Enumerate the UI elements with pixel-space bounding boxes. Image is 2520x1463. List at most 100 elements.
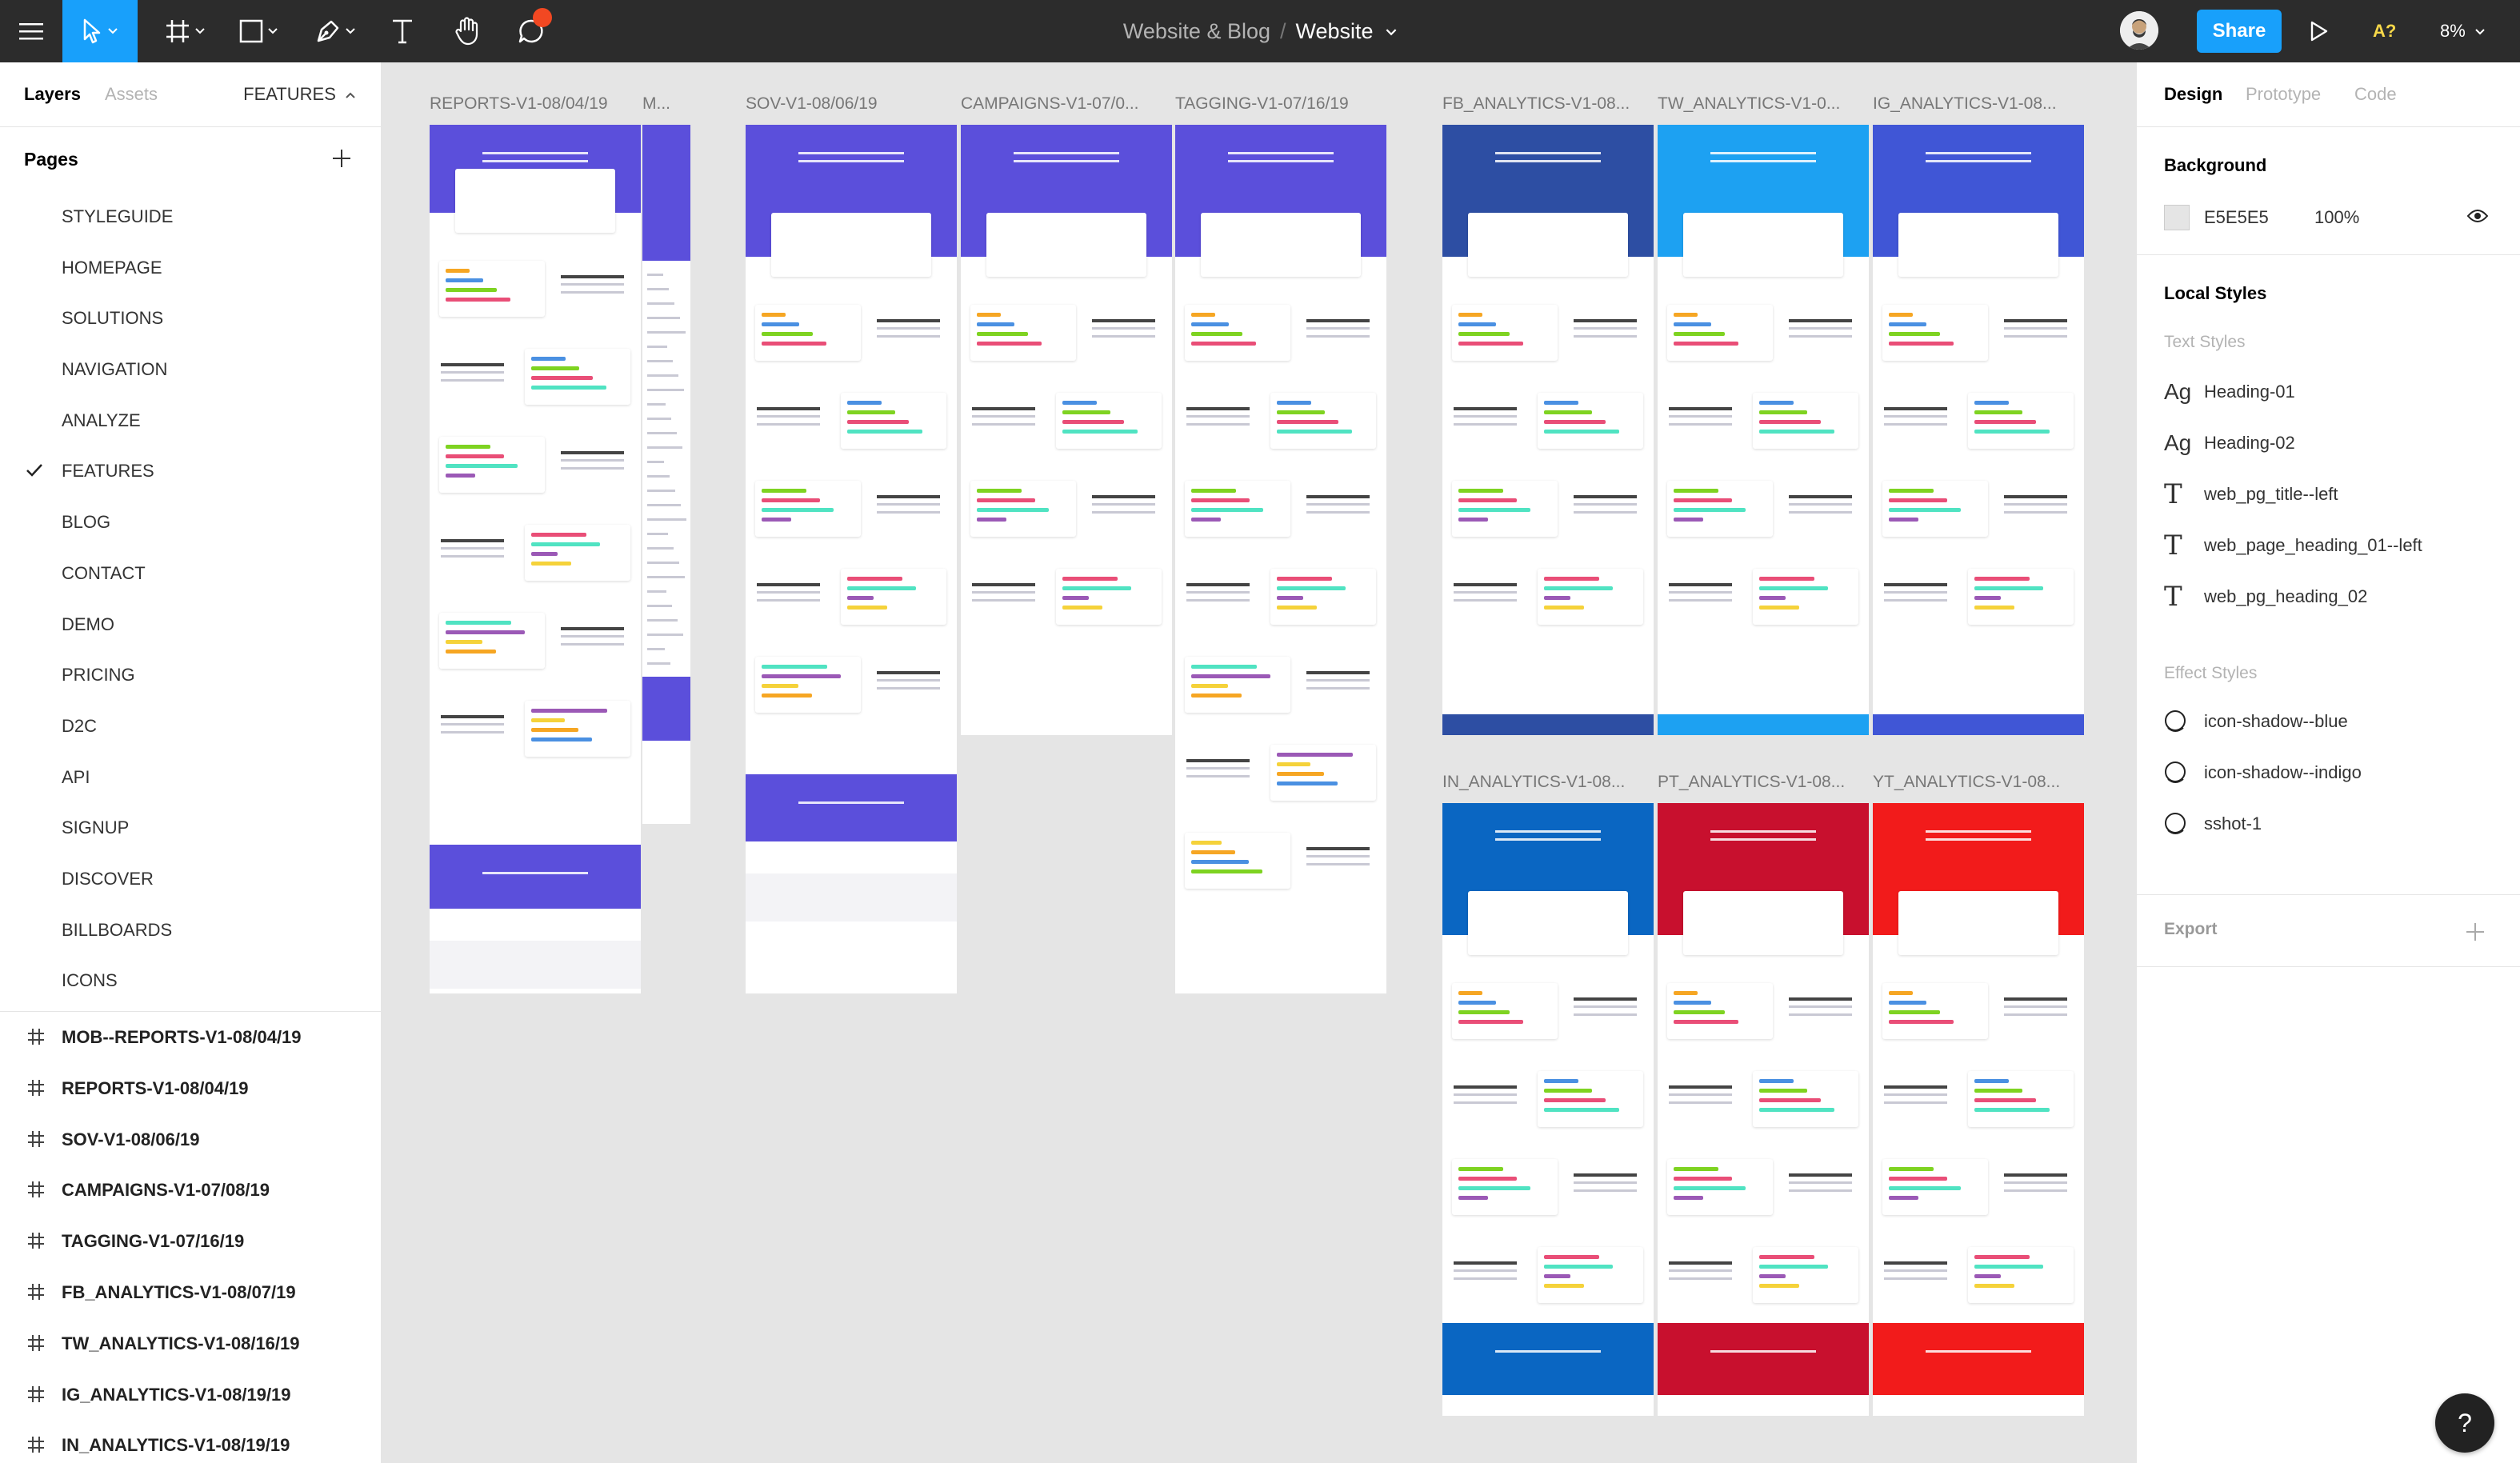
pen-tool-button[interactable] <box>307 0 363 62</box>
frame-label[interactable]: CAMPAIGNS-V1-07/0... <box>961 94 1139 114</box>
page-name[interactable]: Website <box>1296 19 1374 43</box>
frame-artboard[interactable] <box>430 125 641 993</box>
page-item-solutions[interactable]: SOLUTIONS <box>0 293 381 344</box>
frame-artboard[interactable] <box>1658 803 1869 1416</box>
frame-artboard[interactable] <box>1873 125 2084 735</box>
background-opacity-input[interactable]: 100% <box>2314 205 2359 230</box>
frame-artboard[interactable] <box>1658 125 1869 735</box>
frame-artboard[interactable] <box>1175 125 1386 993</box>
frame-artboard[interactable] <box>642 125 690 824</box>
chart-bar-thumbnail <box>762 498 820 502</box>
share-button[interactable]: Share <box>2197 10 2282 53</box>
mobile-text-line <box>647 461 664 463</box>
effect-style-item[interactable]: icon-shadow--blue <box>2164 706 2500 737</box>
add-export-icon[interactable] <box>2465 921 2486 942</box>
page-item-signup[interactable]: SIGNUP <box>0 802 381 853</box>
frame-label[interactable]: TAGGING-V1-07/16/19 <box>1175 94 1349 114</box>
feature-text-line <box>1884 415 1948 418</box>
frame-tool-button[interactable] <box>157 0 213 62</box>
page-item-blog[interactable]: BLOG <box>0 497 381 548</box>
chart-bar-thumbnail <box>1543 1098 1606 1102</box>
layer-item-frame[interactable]: FB_ANALYTICS-V1-08/07/19 <box>0 1267 381 1318</box>
frame-label[interactable]: IN_ANALYTICS-V1-08... <box>1442 773 1625 792</box>
tab-assets[interactable]: Assets <box>105 62 158 126</box>
layer-item-frame[interactable]: REPORTS-V1-08/04/19 <box>0 1063 381 1114</box>
add-page-icon[interactable] <box>331 148 352 169</box>
layer-item-frame[interactable]: MOB--REPORTS-V1-08/04/19 <box>0 1012 381 1063</box>
frame-label[interactable]: IG_ANALYTICS-V1-08... <box>1873 94 2057 114</box>
layer-item-frame[interactable]: CAMPAIGNS-V1-07/08/19 <box>0 1165 381 1216</box>
menu-icon[interactable] <box>0 0 62 62</box>
text-style-item[interactable]: Tweb_pg_heading_02 <box>2164 581 2500 613</box>
frame-label[interactable]: SOV-V1-08/06/19 <box>746 94 878 114</box>
shape-tool-button[interactable] <box>230 0 286 62</box>
page-item-features[interactable]: FEATURES <box>0 446 381 497</box>
frame-label[interactable]: YT_ANALYTICS-V1-08... <box>1873 773 2060 792</box>
page-item-styleguide[interactable]: STYLEGUIDE <box>0 191 381 242</box>
text-style-item[interactable]: Ag Heading-01 <box>2164 376 2500 408</box>
tab-layers[interactable]: Layers <box>24 62 81 126</box>
text-style-ag-icon: Ag <box>2164 379 2192 404</box>
feature-text-line <box>1454 1269 1518 1272</box>
chart-bar-thumbnail <box>446 640 482 644</box>
background-color-swatch[interactable] <box>2164 205 2190 230</box>
page-item-analyze[interactable]: ANALYZE <box>0 395 381 446</box>
frame-artboard[interactable] <box>1873 803 2084 1416</box>
page-item-navigation[interactable]: NAVIGATION <box>0 344 381 395</box>
project-name[interactable]: Website & Blog <box>1123 19 1270 43</box>
text-style-item[interactable]: Tweb_pg_title--left <box>2164 478 2500 510</box>
chart-bar-thumbnail <box>1674 1196 1703 1200</box>
text-tool-icon[interactable] <box>382 0 422 62</box>
move-tool-button[interactable] <box>62 0 138 62</box>
layer-item-frame[interactable]: IN_ANALYTICS-V1-08/19/19 <box>0 1420 381 1463</box>
page-item-pricing[interactable]: PRICING <box>0 650 381 701</box>
layer-item-frame[interactable]: SOV-V1-08/06/19 <box>0 1114 381 1165</box>
frame-label[interactable]: TW_ANALYTICS-V1-0... <box>1658 94 1840 114</box>
hand-tool-icon[interactable] <box>443 0 491 62</box>
frame-label[interactable]: FB_ANALYTICS-V1-08... <box>1442 94 1630 114</box>
page-item-contact[interactable]: CONTACT <box>0 548 381 599</box>
missing-fonts-indicator[interactable]: A? <box>2373 0 2396 62</box>
frame-artboard[interactable] <box>746 125 957 993</box>
layer-item-frame[interactable]: IG_ANALYTICS-V1-08/19/19 <box>0 1369 381 1421</box>
frame-label[interactable]: PT_ANALYTICS-V1-08... <box>1658 773 1845 792</box>
current-page-switcher[interactable]: FEATURES <box>243 62 355 126</box>
background-hex-input[interactable]: E5E5E5 <box>2204 205 2269 230</box>
chevron-down-icon[interactable] <box>1386 29 1397 36</box>
chart-bar-thumbnail <box>1458 489 1503 493</box>
frame-label[interactable]: REPORTS-V1-08/04/19 <box>430 94 608 114</box>
frame-artboard[interactable] <box>961 125 1172 735</box>
feature-text-line <box>1306 511 1370 514</box>
page-item-discover[interactable]: DISCOVER <box>0 853 381 905</box>
page-item-demo[interactable]: DEMO <box>0 599 381 650</box>
frame-artboard[interactable] <box>1442 125 1654 735</box>
tab-design[interactable]: Design <box>2164 62 2222 126</box>
text-style-item[interactable]: Tweb_page_heading_01--left <box>2164 530 2500 562</box>
help-button[interactable]: ? <box>2435 1393 2494 1453</box>
chart-bar-thumbnail <box>977 313 1001 317</box>
page-item-homepage[interactable]: HOMEPAGE <box>0 242 381 294</box>
properties-panel: Design Prototype Code Background E5E5E5 … <box>2136 62 2520 1463</box>
effect-style-item[interactable]: icon-shadow--indigo <box>2164 757 2500 789</box>
feature-screenshot <box>1882 305 1988 361</box>
play-icon[interactable] <box>2310 21 2328 46</box>
chart-bar-thumbnail <box>1974 1284 2014 1288</box>
page-item-d2c[interactable]: D2C <box>0 701 381 752</box>
layer-item-frame[interactable]: TW_ANALYTICS-V1-08/16/19 <box>0 1318 381 1369</box>
zoom-dropdown[interactable]: 8% <box>2440 0 2485 62</box>
frame-artboard[interactable] <box>1442 803 1654 1416</box>
frame-label[interactable]: M... <box>642 94 670 114</box>
text-style-item[interactable]: Ag Heading-02 <box>2164 427 2500 459</box>
page-item-label: API <box>62 766 90 787</box>
page-item-api[interactable]: API <box>0 752 381 803</box>
layer-item-frame[interactable]: TAGGING-V1-07/16/19 <box>0 1216 381 1267</box>
tab-code[interactable]: Code <box>2354 62 2397 126</box>
page-item-icons[interactable]: ICONS <box>0 955 381 1006</box>
eye-icon[interactable] <box>2466 208 2489 224</box>
avatar[interactable] <box>2120 11 2158 50</box>
page-item-billboards[interactable]: BILLBOARDS <box>0 905 381 956</box>
design-canvas[interactable]: REPORTS-V1-08/04/19 M... SOV-V1-08/06/19 CA… <box>382 62 2135 1463</box>
effect-style-item[interactable]: sshot-1 <box>2164 808 2500 840</box>
feature-text-line <box>1788 1013 1852 1016</box>
tab-prototype[interactable]: Prototype <box>2246 62 2321 126</box>
